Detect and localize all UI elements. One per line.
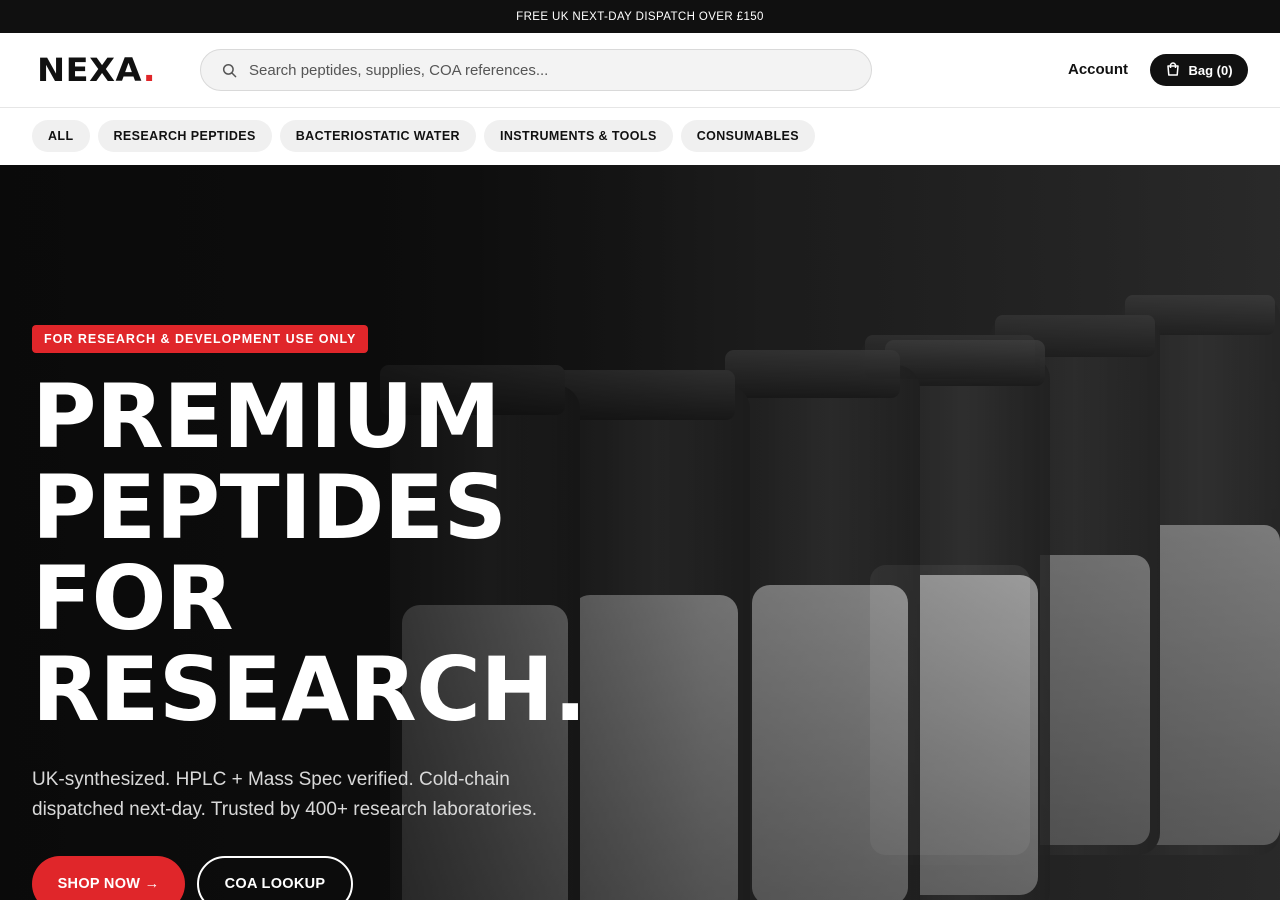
shop-now-button[interactable]: SHOP NOW → xyxy=(32,856,185,900)
logo-dot: . xyxy=(142,51,156,89)
headline-line: PEPTIDES xyxy=(32,456,507,559)
search-input[interactable] xyxy=(249,61,829,79)
search-icon xyxy=(221,62,237,78)
shopping-bag-icon xyxy=(1165,61,1181,80)
category-bacteriostatic-water[interactable]: BACTERIOSTATIC WATER xyxy=(279,120,476,152)
research-use-badge: FOR RESEARCH & DEVELOPMENT USE ONLY xyxy=(32,325,369,353)
search-bar[interactable] xyxy=(200,49,872,91)
coa-lookup-button[interactable]: COA LOOKUP xyxy=(197,856,353,900)
announcement-bar: FREE UK NEXT-DAY DISPATCH OVER £150 xyxy=(0,0,1280,33)
site-header: NEXA. Account Bag (0) xyxy=(0,33,1280,108)
category-consumables[interactable]: CONSUMABLES xyxy=(680,120,816,152)
category-research-peptides[interactable]: RESEARCH PEPTIDES xyxy=(97,120,272,152)
account-link[interactable]: Account xyxy=(1068,61,1128,78)
headline-line: RESEARCH. xyxy=(32,638,587,741)
hero-subtitle: UK-synthesized. HPLC + Mass Spec verifie… xyxy=(32,769,538,820)
category-list: ALL RESEARCH PEPTIDES BACTERIOSTATIC WAT… xyxy=(32,120,816,152)
bag-button[interactable]: Bag (0) xyxy=(1150,54,1248,86)
category-instruments-tools[interactable]: INSTRUMENTS & TOOLS xyxy=(484,120,673,152)
logo-text: NEXA xyxy=(37,51,143,89)
bag-label: Bag (0) xyxy=(1188,62,1233,78)
logo[interactable]: NEXA. xyxy=(37,53,156,87)
hero-headline: PREMIUM PEPTIDES FOR RESEARCH. xyxy=(32,365,587,741)
category-all[interactable]: ALL xyxy=(32,120,90,152)
category-nav: ALL RESEARCH PEPTIDES BACTERIOSTATIC WAT… xyxy=(0,108,1280,165)
headline-line: FOR xyxy=(32,547,234,650)
hero-section: FOR RESEARCH & DEVELOPMENT USE ONLY PREM… xyxy=(0,165,1280,900)
announcement-text: FREE UK NEXT-DAY DISPATCH OVER £150 xyxy=(516,10,764,23)
headline-line: PREMIUM xyxy=(32,365,501,468)
